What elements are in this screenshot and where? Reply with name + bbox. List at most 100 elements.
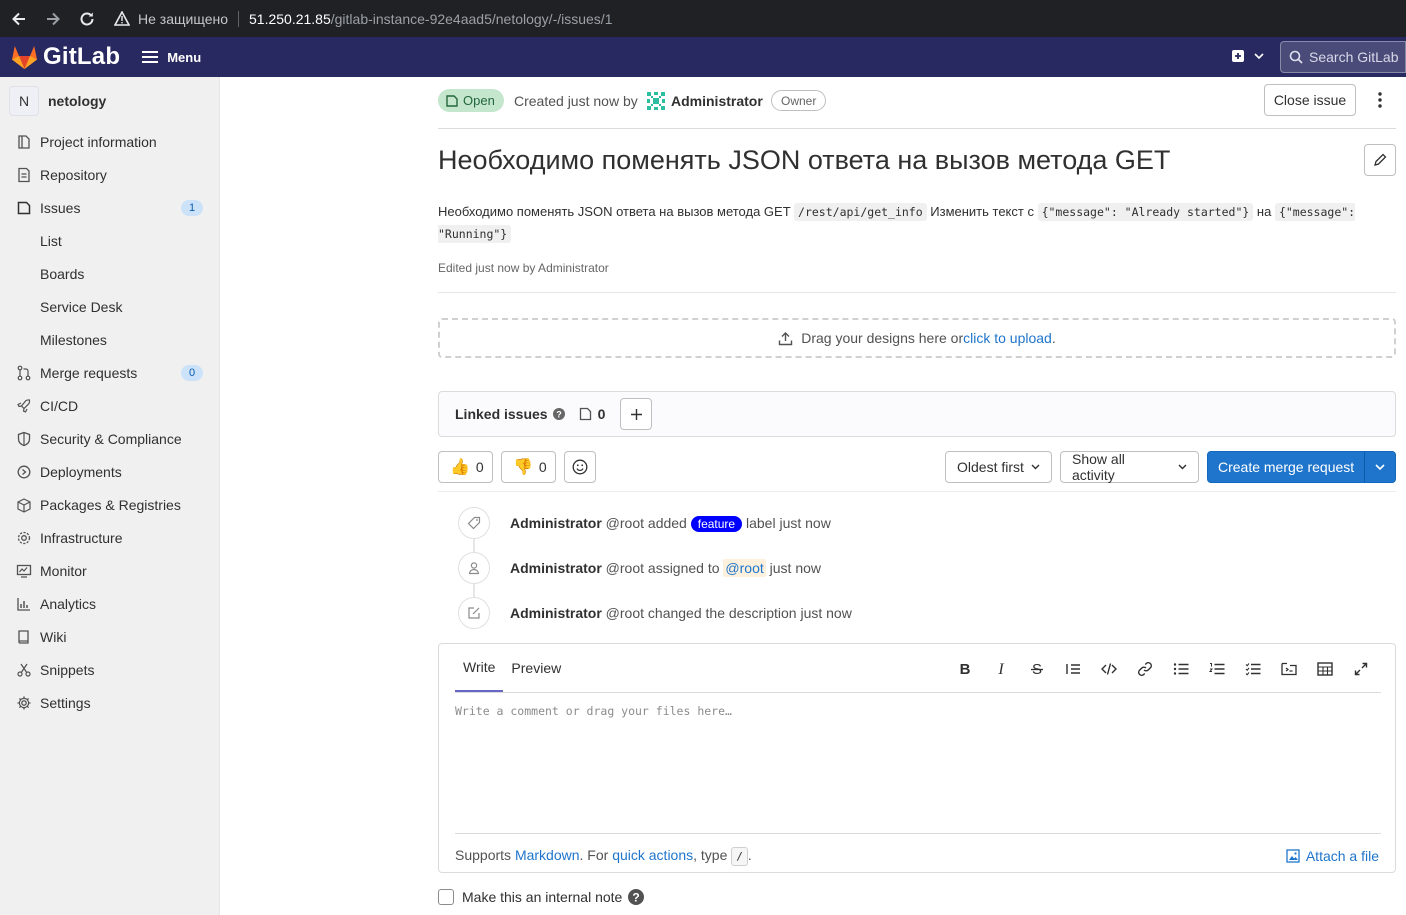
fullscreen-button[interactable] bbox=[1343, 660, 1379, 678]
feature-label[interactable]: feature bbox=[690, 515, 743, 532]
design-dropzone[interactable]: Drag your designs here or click to uploa… bbox=[438, 318, 1396, 358]
author-name[interactable]: Administrator bbox=[671, 93, 763, 109]
task-list-button[interactable] bbox=[1235, 660, 1271, 678]
status-label: Open bbox=[463, 93, 495, 108]
edit-title-button[interactable] bbox=[1364, 144, 1396, 176]
sidebar-item-analytics[interactable]: Analytics bbox=[0, 587, 219, 620]
sidebar-item-milestones[interactable]: Milestones bbox=[0, 323, 219, 356]
issue-open-icon bbox=[446, 94, 458, 107]
doc-icon bbox=[16, 167, 32, 183]
sidebar-item-service-desk[interactable]: Service Desk bbox=[0, 290, 219, 323]
sidebar-item-label: Monitor bbox=[40, 562, 87, 579]
quote-button[interactable] bbox=[1055, 660, 1091, 678]
create-merge-request-label: Create merge request bbox=[1217, 459, 1355, 475]
table-button[interactable] bbox=[1307, 660, 1343, 678]
sidebar-item-security-compliance[interactable]: Security & Compliance bbox=[0, 422, 219, 455]
top-navbar: GitLab Menu Search GitLab bbox=[0, 37, 1406, 77]
note-author[interactable]: Administrator bbox=[510, 605, 602, 621]
sidebar-item-monitor[interactable]: Monitor bbox=[0, 554, 219, 587]
reload-button[interactable] bbox=[72, 4, 102, 34]
note-author[interactable]: Administrator bbox=[510, 560, 602, 576]
table-icon bbox=[1317, 662, 1333, 676]
sidebar-item-merge-requests[interactable]: Merge requests 0 bbox=[0, 356, 219, 389]
sidebar: N netology Project information Repository… bbox=[0, 77, 220, 915]
divider bbox=[455, 833, 1381, 834]
sidebar-nav: Project information Repository Issues 1 List… bbox=[0, 125, 219, 719]
more-actions-button[interactable] bbox=[1370, 89, 1390, 111]
sidebar-item-project-information[interactable]: Project information bbox=[0, 125, 219, 158]
comment-textarea[interactable] bbox=[455, 704, 1381, 824]
sort-dropdown[interactable]: Oldest first bbox=[945, 451, 1052, 483]
security-label: Не защищено bbox=[138, 10, 228, 27]
tab-write[interactable]: Write bbox=[455, 644, 504, 692]
menu-button[interactable]: Menu bbox=[142, 50, 201, 65]
strikethrough-button[interactable]: S bbox=[1019, 660, 1055, 678]
sidebar-item-label: Merge requests bbox=[40, 364, 138, 381]
add-linked-issue-button[interactable] bbox=[620, 398, 653, 430]
gitlab-logo[interactable]: GitLab bbox=[11, 43, 120, 71]
create-mr-options-toggle[interactable] bbox=[1364, 452, 1395, 482]
address-bar[interactable]: Не защищено 51.250.21.85/gitlab-instance… bbox=[114, 10, 613, 27]
sidebar-item-ci-cd[interactable]: CI/CD bbox=[0, 389, 219, 422]
sidebar-item-repository[interactable]: Repository bbox=[0, 158, 219, 191]
bold-icon: B bbox=[960, 661, 971, 677]
italic-button[interactable]: I bbox=[983, 660, 1019, 678]
sidebar-item-snippets[interactable]: Snippets bbox=[0, 653, 219, 686]
sidebar-item-deployments[interactable]: Deployments bbox=[0, 455, 219, 488]
internal-note-checkbox[interactable] bbox=[438, 889, 454, 905]
role-badge: Owner bbox=[771, 90, 827, 111]
note-text: Administrator @root assigned to @root ju… bbox=[510, 559, 821, 577]
forward-button[interactable] bbox=[38, 4, 68, 34]
user-mention[interactable]: @root bbox=[723, 559, 766, 577]
maximize-icon bbox=[1354, 662, 1368, 676]
sidebar-item-issues[interactable]: Issues 1 bbox=[0, 191, 219, 224]
comment-form: Write Preview B I S Supports Markdown. F… bbox=[438, 643, 1396, 873]
attach-file-button[interactable]: Attach a file bbox=[1286, 848, 1379, 864]
sidebar-item-list[interactable]: List bbox=[0, 224, 219, 257]
close-issue-button[interactable]: Close issue bbox=[1264, 84, 1356, 116]
question-icon[interactable]: ? bbox=[628, 889, 645, 905]
bold-button[interactable]: B bbox=[947, 660, 983, 678]
sidebar-item-label: Deployments bbox=[40, 463, 122, 480]
sidebar-item-infrastructure[interactable]: Infrastructure bbox=[0, 521, 219, 554]
sidebar-item-label: Infrastructure bbox=[40, 529, 123, 546]
create-merge-request-button[interactable]: Create merge request bbox=[1207, 451, 1396, 483]
author-avatar[interactable] bbox=[644, 89, 668, 113]
issues-icon bbox=[579, 407, 591, 421]
upload-link[interactable]: click to upload bbox=[963, 330, 1052, 346]
sidebar-item-wiki[interactable]: Wiki bbox=[0, 620, 219, 653]
add-reaction-button[interactable] bbox=[564, 451, 596, 483]
note-author[interactable]: Administrator bbox=[510, 515, 602, 531]
internal-note-label[interactable]: Make this an internal note bbox=[462, 889, 622, 905]
collapsible-button[interactable] bbox=[1271, 660, 1307, 678]
dropzone-suffix: . bbox=[1051, 330, 1056, 346]
activity-filter-dropdown[interactable]: Show all activity bbox=[1060, 451, 1199, 483]
sidebar-item-label: Snippets bbox=[40, 661, 95, 678]
sidebar-item-label: Issues bbox=[40, 199, 81, 216]
task-list-icon bbox=[1245, 663, 1261, 676]
tab-preview[interactable]: Preview bbox=[503, 644, 569, 692]
numbered-list-button[interactable] bbox=[1199, 660, 1235, 678]
quick-actions-link[interactable]: quick actions bbox=[612, 847, 693, 863]
thumbs-up-count: 0 bbox=[475, 459, 484, 475]
sidebar-item-settings[interactable]: Settings bbox=[0, 686, 219, 719]
thumbs-up-button[interactable]: 👍 0 bbox=[438, 451, 493, 483]
markdown-toolbar: B I S bbox=[947, 660, 1379, 678]
sidebar-item-boards[interactable]: Boards bbox=[0, 257, 219, 290]
markdown-link[interactable]: Markdown bbox=[515, 847, 580, 863]
address-separator bbox=[238, 10, 239, 27]
issue-description: Необходимо поменять JSON ответа на вызов… bbox=[438, 201, 1396, 245]
sidebar-item-packages-registries[interactable]: Packages & Registries bbox=[0, 488, 219, 521]
question-icon[interactable]: ? bbox=[552, 408, 565, 420]
help-mid: . For bbox=[579, 847, 613, 863]
issues-icon bbox=[16, 200, 32, 216]
thumbs-down-button[interactable]: 👎 0 bbox=[501, 451, 556, 483]
package-icon bbox=[16, 497, 32, 513]
link-button[interactable] bbox=[1127, 660, 1163, 678]
new-dropdown-button[interactable] bbox=[1231, 49, 1264, 63]
bullet-list-button[interactable] bbox=[1163, 660, 1199, 678]
search-input[interactable]: Search GitLab bbox=[1280, 41, 1406, 73]
back-button[interactable] bbox=[4, 4, 34, 34]
code-button[interactable] bbox=[1091, 660, 1127, 678]
project-header[interactable]: N netology bbox=[0, 77, 219, 125]
